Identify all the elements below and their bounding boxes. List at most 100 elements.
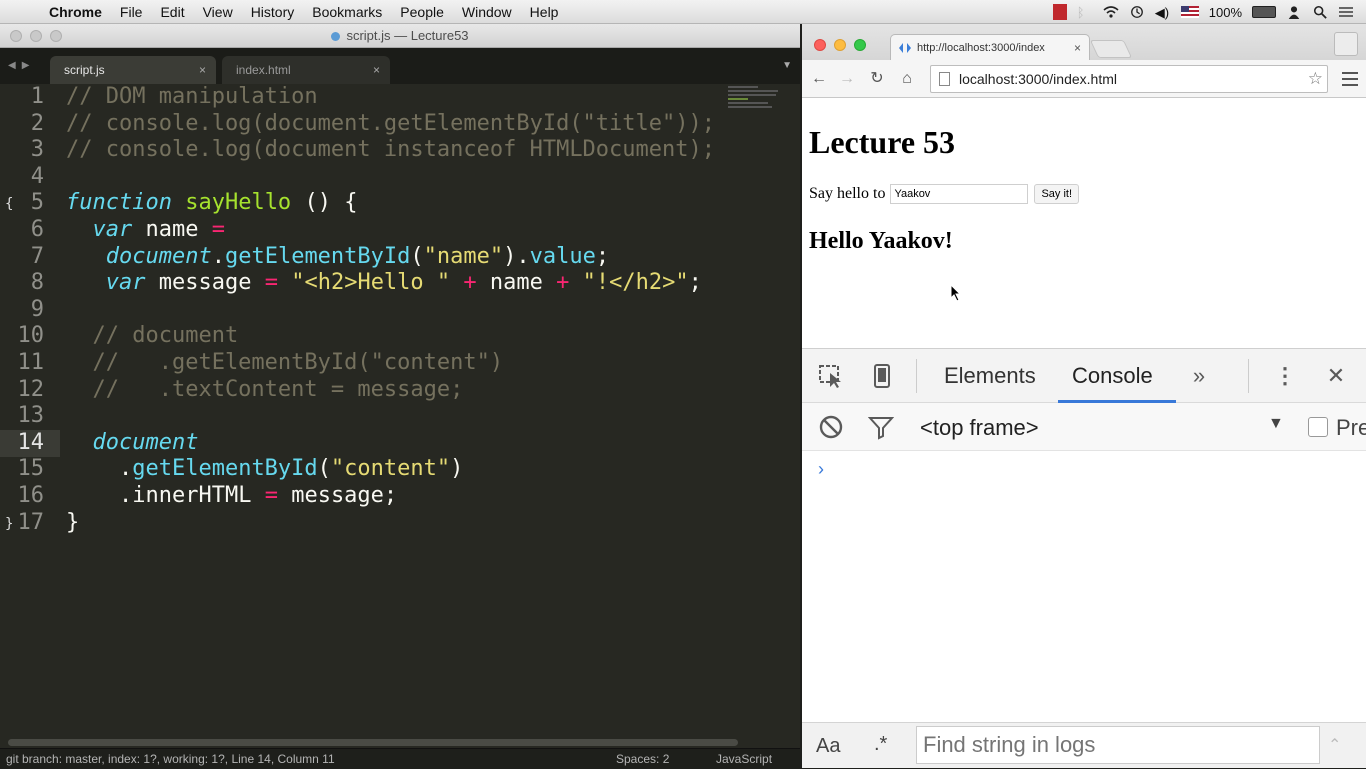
status-syntax[interactable]: JavaScript xyxy=(716,749,772,769)
minimap[interactable] xyxy=(728,84,788,124)
code-line[interactable] xyxy=(66,297,715,324)
horizontal-scrollbar[interactable] xyxy=(8,739,738,746)
chrome-toolbar: ← → ↻ ⌂ localhost:3000/index.html ☆ xyxy=(802,60,1366,98)
menu-window[interactable]: Window xyxy=(453,4,521,20)
more-tabs-icon[interactable]: » xyxy=(1188,363,1210,389)
code-line[interactable]: var name = xyxy=(66,217,715,244)
menu-app[interactable]: Chrome xyxy=(40,4,111,20)
tab-nav-arrows-icon[interactable]: ◀▶ xyxy=(8,60,35,71)
line-number: 12 xyxy=(17,376,45,402)
code-line[interactable]: document xyxy=(66,430,715,457)
code-line[interactable] xyxy=(66,403,715,430)
web-page-content: Lecture 53 Say hello to Say it! Hello Ya… xyxy=(802,98,1366,348)
menu-history[interactable]: History xyxy=(242,4,304,20)
tab-index-html[interactable]: index.html × xyxy=(222,56,390,84)
close-tab-icon[interactable]: × xyxy=(373,56,380,84)
line-number: 7 xyxy=(30,243,44,269)
forward-arrow-icon[interactable]: → xyxy=(838,70,856,88)
battery-icon[interactable] xyxy=(1252,6,1276,18)
filter-icon[interactable] xyxy=(868,414,894,440)
sublime-window-title: script.js — Lecture53 xyxy=(346,28,469,43)
close-window-button[interactable] xyxy=(814,39,826,51)
menu-view[interactable]: View xyxy=(194,4,242,20)
frame-selector[interactable]: <top frame> xyxy=(920,415,1039,441)
recording-icon[interactable] xyxy=(1052,4,1067,20)
bookmark-star-icon[interactable]: ☆ xyxy=(1308,66,1323,92)
code-line[interactable]: // .textContent = message; xyxy=(66,377,715,404)
code-line[interactable]: function sayHello () { xyxy=(66,190,715,217)
notification-center-icon[interactable] xyxy=(1338,5,1354,19)
code-line[interactable]: // console.log(document instanceof HTMLD… xyxy=(66,137,715,164)
frame-dropdown-icon[interactable]: ▼ xyxy=(1268,415,1284,433)
find-in-logs-input[interactable] xyxy=(916,726,1320,764)
battery-percent: 100% xyxy=(1208,4,1242,20)
preserve-log-checkbox[interactable] xyxy=(1308,417,1328,437)
clear-console-icon[interactable] xyxy=(818,414,844,440)
code-content[interactable]: // DOM manipulation// console.log(docume… xyxy=(66,84,715,536)
line-number: 15 xyxy=(17,456,45,482)
code-line[interactable]: var message = "<h2>Hello " + name + "!</… xyxy=(66,270,715,297)
line-number: 4 xyxy=(30,163,44,189)
chrome-menu-icon[interactable] xyxy=(1342,72,1358,90)
close-tab-icon[interactable]: × xyxy=(199,56,206,84)
inspect-element-icon[interactable] xyxy=(818,363,846,389)
wifi-icon[interactable] xyxy=(1103,5,1119,19)
tab-script-js[interactable]: script.js × xyxy=(50,56,216,84)
tab-elements[interactable]: Elements xyxy=(944,363,1036,389)
code-line[interactable]: } xyxy=(66,510,715,537)
menu-bookmarks[interactable]: Bookmarks xyxy=(303,4,391,20)
volume-icon[interactable]: ◀) xyxy=(1155,5,1171,20)
match-case-button[interactable]: Aa xyxy=(816,735,840,758)
close-devtools-icon[interactable]: ✕ xyxy=(1324,363,1348,389)
line-number: 8 xyxy=(30,270,44,296)
status-spaces[interactable]: Spaces: 2 xyxy=(616,749,669,769)
code-line[interactable]: .getElementById("content") xyxy=(66,456,715,483)
address-bar[interactable]: localhost:3000/index.html ☆ xyxy=(930,65,1328,93)
say-hello-label: Say hello to xyxy=(809,185,886,202)
chevron-up-icon[interactable]: ⌃ xyxy=(1328,735,1341,755)
menu-people[interactable]: People xyxy=(391,4,453,20)
code-line[interactable]: // DOM manipulation xyxy=(66,84,715,111)
code-line[interactable]: // .getElementById("content") xyxy=(66,350,715,377)
reload-icon[interactable]: ↻ xyxy=(868,70,886,88)
toolbar-divider xyxy=(1248,359,1249,393)
file-icon xyxy=(331,32,341,42)
zoom-window-button[interactable] xyxy=(50,30,62,42)
close-window-button[interactable] xyxy=(10,30,22,42)
back-arrow-icon[interactable]: ← xyxy=(810,70,828,88)
home-icon[interactable]: ⌂ xyxy=(898,70,916,88)
console-prompt-icon[interactable]: › xyxy=(818,459,824,480)
menu-help[interactable]: Help xyxy=(521,4,568,20)
code-line[interactable] xyxy=(66,164,715,191)
close-tab-icon[interactable]: × xyxy=(1074,35,1081,60)
code-line[interactable]: document.getElementById("name").value; xyxy=(66,244,715,271)
time-machine-icon[interactable] xyxy=(1129,5,1145,19)
line-number: 13 xyxy=(17,403,45,429)
flag-icon[interactable] xyxy=(1180,6,1199,18)
zoom-window-button[interactable] xyxy=(854,39,866,51)
new-tab-button[interactable] xyxy=(1089,40,1133,58)
tab-console[interactable]: Console xyxy=(1072,363,1153,389)
code-line[interactable]: .innerHTML = message; xyxy=(66,483,715,510)
bluetooth-icon[interactable]: ᛒ xyxy=(1077,5,1093,20)
say-it-button[interactable]: Say it! xyxy=(1034,184,1080,204)
device-mode-icon[interactable] xyxy=(872,363,892,389)
kebab-menu-icon[interactable]: ⋮ xyxy=(1274,363,1296,389)
name-input[interactable] xyxy=(890,184,1029,204)
code-line[interactable]: // document xyxy=(66,323,715,350)
menu-file[interactable]: File xyxy=(111,4,152,20)
line-number: 3 xyxy=(30,137,44,163)
profile-icon[interactable] xyxy=(1334,32,1358,56)
tab-dropdown-icon[interactable]: ▼ xyxy=(782,60,792,71)
user-icon[interactable] xyxy=(1286,5,1302,19)
regex-button[interactable]: .* xyxy=(874,733,887,756)
devtools-favicon-icon xyxy=(899,43,911,53)
code-editor[interactable]: { } 1 2 3 4 5 6 7 8 9 10 11 12 13 14 15 16 17 // DOM man… xyxy=(0,84,800,752)
browser-tab[interactable]: http://localhost:3000/index × xyxy=(890,34,1090,60)
spotlight-search-icon[interactable] xyxy=(1312,5,1328,19)
menu-edit[interactable]: Edit xyxy=(151,4,193,20)
sublime-titlebar: script.js — Lecture53 xyxy=(0,24,800,48)
code-line[interactable]: // console.log(document.getElementById("… xyxy=(66,111,715,138)
minimize-window-button[interactable] xyxy=(834,39,846,51)
minimize-window-button[interactable] xyxy=(30,30,42,42)
